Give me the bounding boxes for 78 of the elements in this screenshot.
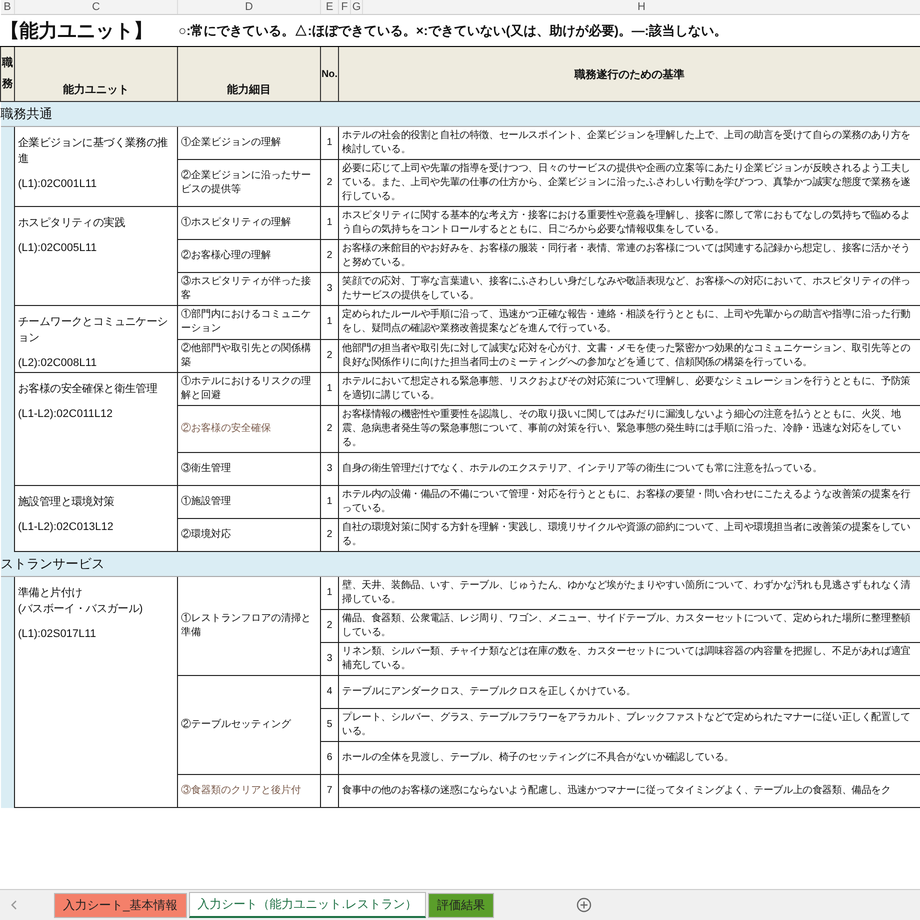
sheet-tab[interactable]: 入力シート（能力ユニット.レストラン） xyxy=(188,892,426,918)
unit-name: 施設管理と環境対策 xyxy=(18,494,116,510)
row-number: 2 xyxy=(320,339,338,372)
header-cell: 能力細目 xyxy=(178,46,320,102)
unit-name: (バスボーイ・バスガール) xyxy=(18,602,144,617)
section-row: ストランサービス xyxy=(0,552,920,576)
detail-cell: ①部門内におけるコミュニケーション xyxy=(178,306,320,339)
row-number: 3 xyxy=(320,272,338,306)
row-number: 3 xyxy=(320,642,338,676)
table-cell: 定められたルールや手順に沿って、迅速かつ正確な報告・連絡・相談を行うとともに、上司や先輩からの助言や指導に沿った行動をし、疑問点の確認や業務改善提案などを進んで行っている。 xyxy=(338,306,920,339)
table-cell: ホテル内の設備・備品の不備について管理・対応を行うとともに、お客様の要望・問い合わせにこたえるような改善策の提案を行っている。 xyxy=(338,486,920,518)
column-header[interactable]: D xyxy=(178,0,320,14)
detail-cell: ①企業ビジョンの理解 xyxy=(178,126,320,160)
row-number: 2 xyxy=(320,160,338,206)
row-number: 1 xyxy=(320,206,338,240)
unit-name: 準備と片付け xyxy=(18,586,84,601)
unit-name: 企業ビジョンに基づく業務の推進 xyxy=(18,136,169,167)
detail-cell: ②お客様の安全確保 xyxy=(178,406,320,452)
unit-name: チームワークとコミュニケーション xyxy=(18,315,169,346)
unit-code: (L2):02C008L11 xyxy=(18,356,98,370)
table-cell: プレート、シルバー、グラス、テーブルフラワーをアラカルト、ブレックファストなどで定められたマナーに従い正しく配置している。 xyxy=(338,708,920,742)
sheet-tab[interactable]: 評価結果 xyxy=(428,892,494,918)
table-cell: ホテルにおいて想定される緊急事態、リスクおよびその対応策について理解し、必要なシミュレーションを行うとともに、予防策を適切に講じている。 xyxy=(338,372,920,406)
row-number: 4 xyxy=(320,676,338,708)
table-cell: お客様の来館目的やお好みを、お客様の服装・同行者・表情、常連のお客様については関連する記録から想定し、接客に活かそうと努めている。 xyxy=(338,240,920,272)
section-row: 職務共通 xyxy=(0,102,920,126)
row-number: 1 xyxy=(320,576,338,610)
table-cell: 壁、天井、装飾品、いす、テーブル、じゅうたん、ゆかなど埃がたまりやすい箇所について、わずかな汚れも見逃さずもれなく清掃している。 xyxy=(338,576,920,610)
detail-cell: ②他部門や取引先との関係構築 xyxy=(178,339,320,372)
table-cell: ホスピタリティに関する基本的な考え方・接客における重要性や意義を理解し、接客に際して常におもてなしの気持ちで臨めるよう自らの気持ちをコントロールするとともに、日ごろから必要な情報収集をしている。 xyxy=(338,206,920,240)
header-cell: 職務 xyxy=(0,46,14,102)
add-sheet-icon[interactable] xyxy=(576,897,592,913)
unit-name: ホスピタリティの実践 xyxy=(18,216,126,231)
header-cell: 能力ユニット xyxy=(14,46,178,102)
legend-text: ○:常にできている。△:ほぼできている。×:できていない(又は、助けが必要)。—:該当しない。 xyxy=(178,22,727,40)
row-number: 1 xyxy=(320,306,338,339)
unit-code: (L1-L2):02C011L12 xyxy=(18,407,114,421)
unit-name: お客様の安全確保と衛生管理 xyxy=(18,382,158,397)
unit-code: (L1):02S017L11 xyxy=(18,627,98,641)
row-number: 7 xyxy=(320,774,338,808)
sheet-title: 【能力ユニット】 xyxy=(0,20,152,44)
row-number: 6 xyxy=(320,742,338,774)
table-cell: 笑顔での応対、丁寧な言葉遣い、接客にふさわしい身だしなみや敬語表現など、お客様への対応において、ホスピタリティの伴ったサービスの提供をしている。 xyxy=(338,272,920,306)
row-number: 2 xyxy=(320,240,338,272)
detail-cell: ③衛生管理 xyxy=(178,452,320,486)
column-header[interactable]: B xyxy=(0,0,14,14)
detail-cell: ②テーブルセッティング xyxy=(178,676,320,774)
row-number: 1 xyxy=(320,126,338,160)
detail-cell: ①ホスピタリティの理解 xyxy=(178,206,320,240)
header-cell: No. xyxy=(320,46,338,102)
detail-cell: ②企業ビジョンに沿ったサービスの提供等 xyxy=(178,160,320,206)
detail-cell: ①施設管理 xyxy=(178,486,320,518)
table-cell: リネン類、シルバー類、チャイナ類などは在庫の数を、カスターセットについては調味容器の内容量を把握し、不足があれば適宜補充している。 xyxy=(338,642,920,676)
unit-code: (L1):02C005L11 xyxy=(18,241,98,255)
table-cell: 備品、食器類、公衆電話、レジ周り、ワゴン、メニュー、サイドテーブル、カスターセットについて、定められた場所に整理整頓している。 xyxy=(338,610,920,642)
row-number: 5 xyxy=(320,708,338,742)
detail-cell: ①レストランフロアの清掃と準備 xyxy=(178,576,320,676)
row-number: 3 xyxy=(320,452,338,486)
detail-cell: ③ホスピタリティが伴った接客 xyxy=(178,272,320,306)
detail-cell: ③食器類のクリアと後片付 xyxy=(178,774,320,808)
column-header[interactable]: C xyxy=(14,0,178,14)
unit-code: (L1):02C001L11 xyxy=(18,177,98,191)
row-number: 2 xyxy=(320,610,338,642)
sheet-tab[interactable]: 入力シート_基本情報 xyxy=(54,892,187,918)
column-header[interactable]: E xyxy=(320,0,338,14)
unit-code: (L1-L2):02C013L12 xyxy=(18,520,114,534)
detail-cell: ①ホテルにおけるリスクの理解と回避 xyxy=(178,372,320,406)
table-cell: 必要に応じて上司や先輩の指導を受けつつ、日々のサービスの提供や企画の立案等にあたり企業ビジョンが反映されるよう工夫している。また、上司や先輩の仕事の仕方から、企業ビジョンに沿ったふさわしい行動を学びつつ、真摯かつ誠実な態度で業務を遂行している。 xyxy=(338,160,920,206)
column-header[interactable]: H xyxy=(362,0,920,14)
row-number: 1 xyxy=(320,372,338,406)
row-number: 1 xyxy=(320,486,338,518)
detail-cell: ②お客様心理の理解 xyxy=(178,240,320,272)
header-cell: 職務遂行のための基準 xyxy=(338,46,920,102)
table-cell: ホテルの社会的役割と自社の特徴、セールスポイント、企業ビジョンを理解した上で、上司の助言を受けて自らの業務のあり方を検討している。 xyxy=(338,126,920,160)
column-header[interactable]: G xyxy=(350,0,362,14)
row-number: 2 xyxy=(320,406,338,452)
column-header[interactable]: F xyxy=(338,0,350,14)
table-cell: お客様情報の機密性や重要性を認識し、その取り扱いに関してはみだりに漏洩しないよう細心の注意を払うとともに、火災、地震、急病患者発生等の緊急事態について、事前の対策を行い、緊急事態の発生時には手順に沿った、冷静・迅速な対応をしている。 xyxy=(338,406,920,452)
